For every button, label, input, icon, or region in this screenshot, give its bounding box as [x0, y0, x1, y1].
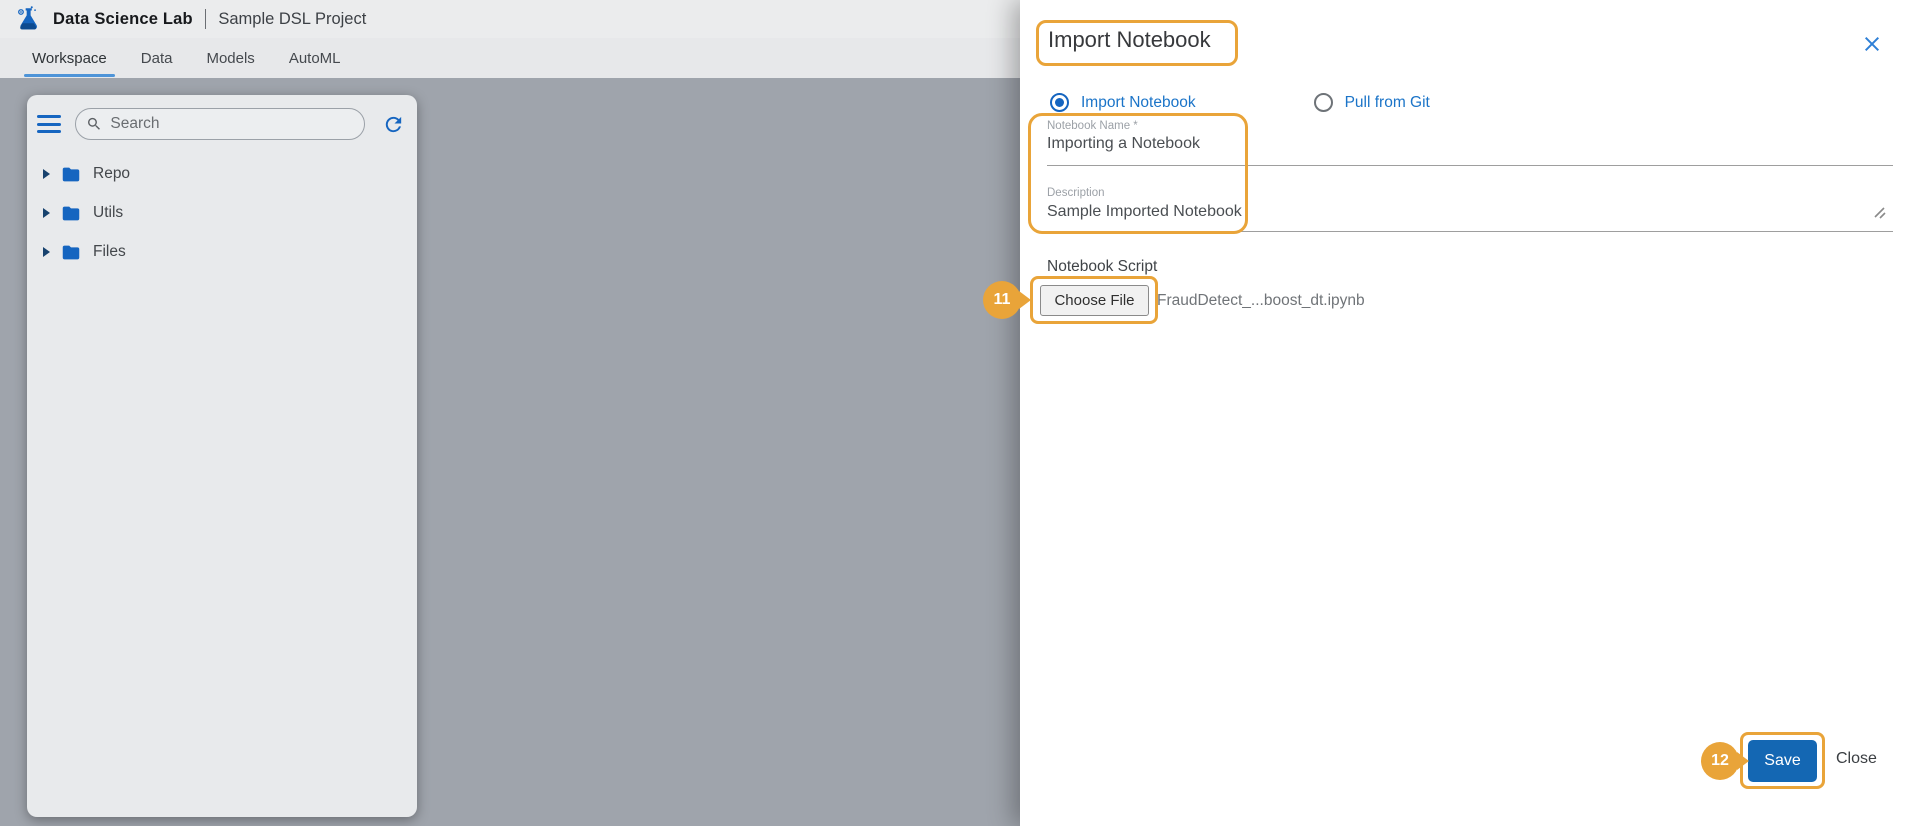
workspace-sidebar: Repo Utils [27, 95, 417, 817]
notebook-name-input[interactable] [1047, 135, 1893, 153]
search-box[interactable] [75, 108, 365, 140]
hamburger-icon[interactable] [37, 114, 63, 134]
tab-data[interactable]: Data [136, 38, 178, 78]
tree-item-files[interactable]: Files [37, 232, 417, 271]
search-input[interactable] [110, 115, 354, 133]
tab-models[interactable]: Models [201, 38, 259, 78]
description-underline [1047, 231, 1893, 233]
choose-file-button[interactable]: Choose File [1040, 285, 1149, 316]
folder-icon [60, 163, 82, 185]
tab-workspace[interactable]: Workspace [24, 38, 115, 78]
save-button[interactable]: Save [1748, 740, 1817, 782]
file-tree: Repo Utils Files [27, 148, 417, 271]
search-icon [88, 117, 100, 130]
annotation-step-badge-11: 11 [983, 281, 1021, 319]
annotation-step-badge-12: 12 [1701, 742, 1739, 780]
description-label: Description [1047, 187, 1105, 199]
app-logo-flask-icon [12, 3, 44, 35]
import-mode-radio-group: Import Notebook Pull from Git [1050, 93, 1430, 112]
app-background: Data Science Lab Sample DSL Project Work… [0, 0, 1020, 826]
radio-label: Import Notebook [1081, 93, 1196, 111]
main-tabbar: Workspace Data Models AutoML [0, 38, 1020, 78]
notebook-name-underline [1047, 165, 1893, 167]
radio-unselected-icon[interactable] [1313, 93, 1333, 112]
resize-handle-icon[interactable] [1872, 205, 1888, 221]
folder-icon [60, 202, 82, 224]
header-divider [204, 9, 207, 29]
sidebar-toolbar [27, 95, 417, 148]
screen: Data Science Lab Sample DSL Project Work… [0, 0, 1919, 826]
tree-item-repo[interactable]: Repo [37, 154, 417, 193]
description-input[interactable]: Sample Imported Notebook [1047, 203, 1242, 221]
chevron-right-icon[interactable] [43, 168, 50, 179]
refresh-icon[interactable] [381, 112, 405, 136]
app-header: Data Science Lab Sample DSL Project [0, 0, 1020, 38]
close-button[interactable]: Close [1836, 750, 1877, 768]
radio-pull-from-git[interactable]: Pull from Git [1313, 93, 1430, 112]
tab-automl[interactable]: AutoML [284, 38, 346, 78]
radio-import-notebook[interactable]: Import Notebook [1050, 93, 1196, 112]
selected-file-name: FraudDetect_...boost_dt.ipynb [1157, 292, 1365, 309]
dialog-title: Import Notebook [1048, 27, 1211, 52]
notebook-name-label: Notebook Name * [1047, 120, 1138, 132]
tree-item-label: Utils [93, 203, 124, 221]
project-title: Sample DSL Project [218, 9, 367, 28]
radio-label: Pull from Git [1344, 93, 1430, 111]
folder-icon [60, 241, 82, 263]
import-notebook-dialog: Import Notebook Import Notebook Pull fro… [983, 0, 1919, 826]
tree-item-label: Files [93, 242, 126, 260]
app-title: Data Science Lab [53, 9, 193, 28]
notebook-script-label: Notebook Script [1047, 258, 1158, 275]
chevron-right-icon[interactable] [43, 246, 50, 257]
tree-item-utils[interactable]: Utils [37, 193, 417, 232]
tree-item-label: Repo [93, 164, 131, 182]
close-x-icon[interactable] [1860, 32, 1886, 58]
chevron-right-icon[interactable] [43, 207, 50, 218]
radio-selected-icon[interactable] [1050, 93, 1069, 112]
